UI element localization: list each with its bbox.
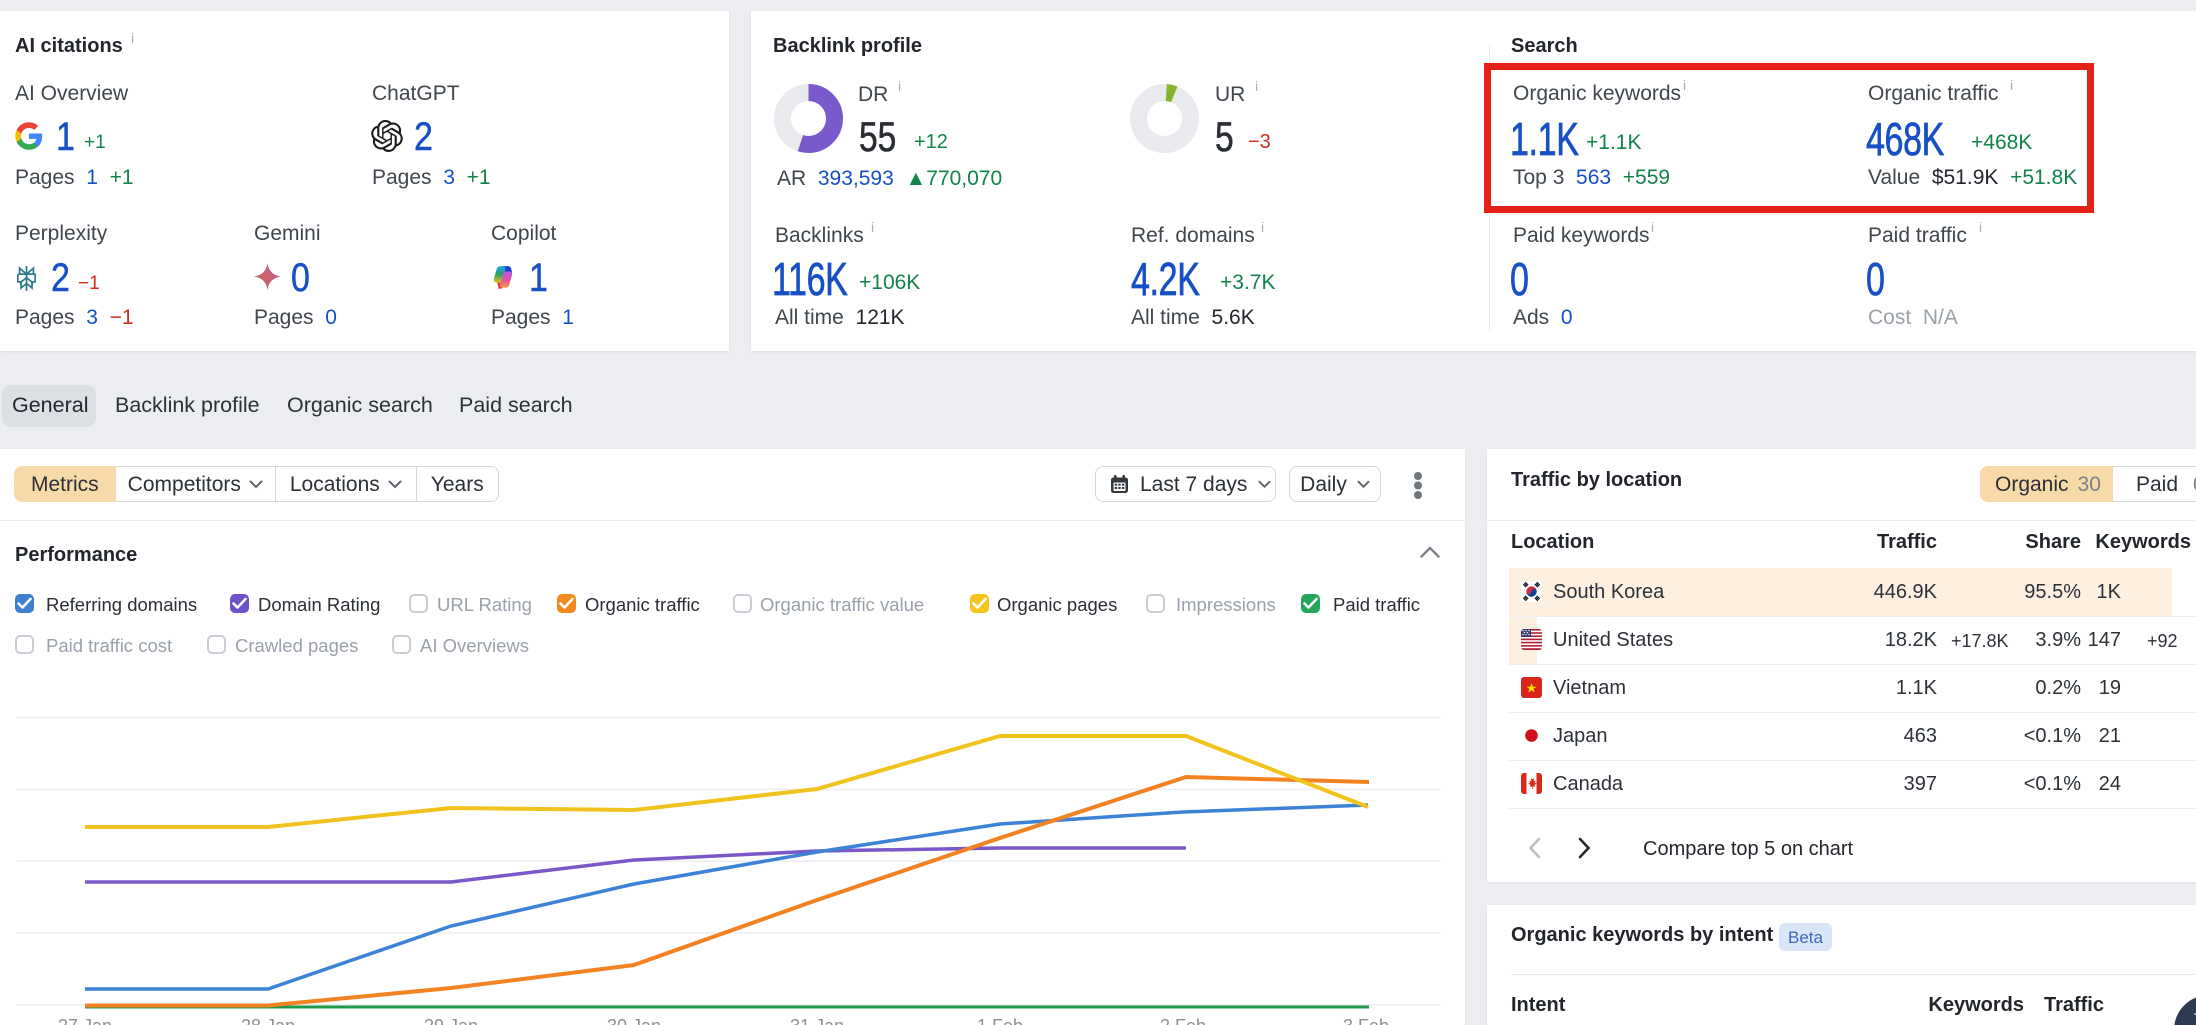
svg-text:30 Jan: 30 Jan — [607, 1016, 661, 1025]
svg-text:31 Jan: 31 Jan — [790, 1016, 844, 1025]
svg-text:2 Feb: 2 Feb — [1160, 1016, 1206, 1025]
svg-text:3 Feb: 3 Feb — [1343, 1016, 1389, 1025]
svg-text:1 Feb: 1 Feb — [977, 1016, 1023, 1025]
svg-text:28 Jan: 28 Jan — [241, 1016, 295, 1025]
svg-text:27 Jan: 27 Jan — [58, 1016, 112, 1025]
svg-text:29 Jan: 29 Jan — [424, 1016, 478, 1025]
